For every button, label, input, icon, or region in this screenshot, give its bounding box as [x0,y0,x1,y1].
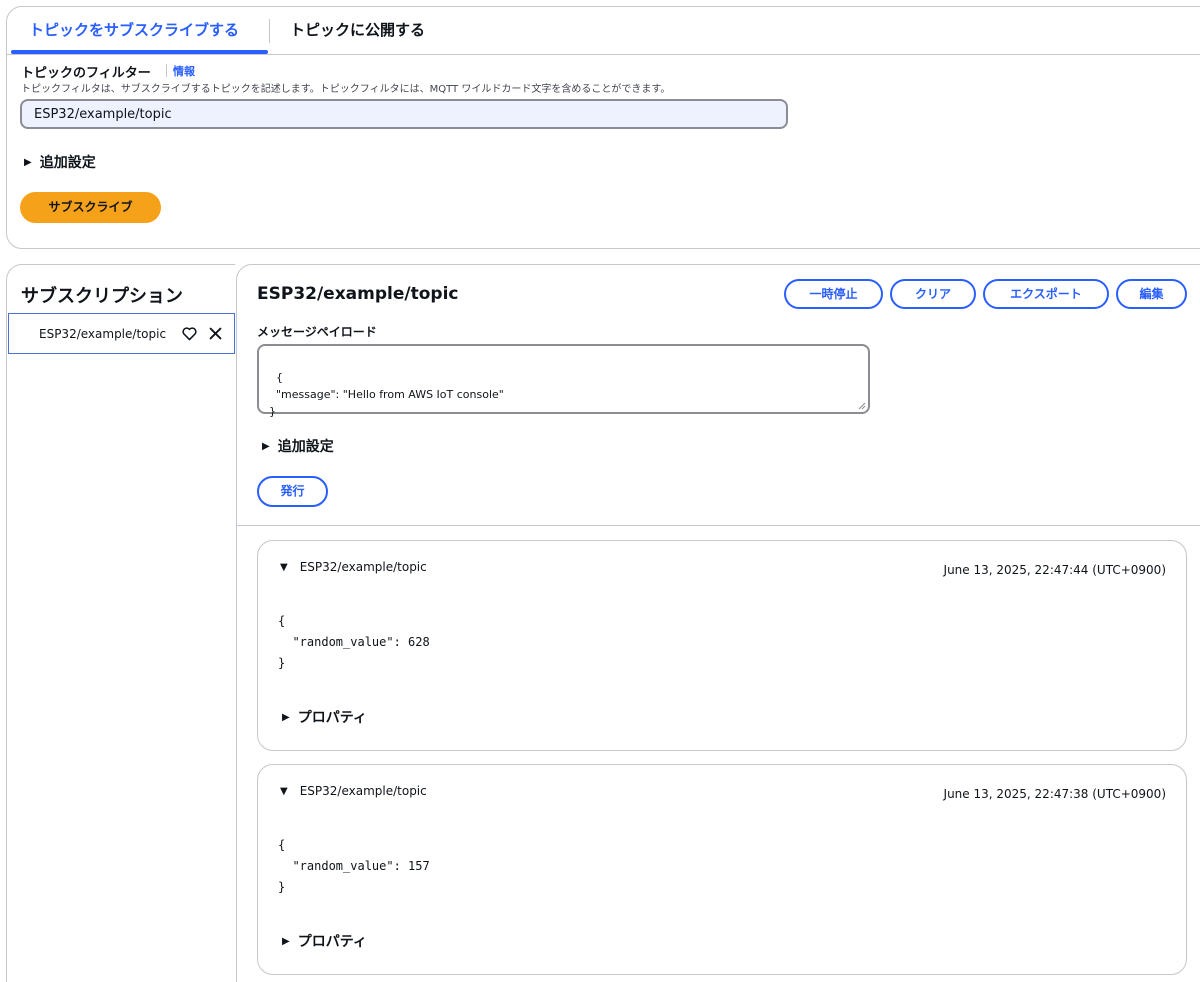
subscribe-button[interactable]: サブスクライブ [20,192,161,223]
subscription-item[interactable]: ESP32/example/topic [8,313,235,354]
message-properties-label: プロパティ [297,934,367,950]
message-card: ▼ ESP32/example/topic June 13, 2025, 22:… [257,764,1187,975]
message-timestamp: June 13, 2025, 22:47:38 (UTC+0900) [943,787,1166,801]
message-header[interactable]: ▼ ESP32/example/topic [280,560,427,574]
tab-divider [269,19,270,43]
caret-down-icon: ▼ [280,785,288,797]
message-payload-textarea[interactable]: { "message": "Hello from AWS IoT console… [257,344,870,418]
tab-subscribe[interactable]: トピックをサブスクライブする [29,7,239,55]
publish-button[interactable]: 発行 [257,476,328,507]
message-topic: ESP32/example/topic [299,560,427,574]
tab-publish[interactable]: トピックに公開する [290,7,425,55]
subscription-item-label: ESP32/example/topic [39,327,167,341]
message-payload-text: { "message": "Hello from AWS IoT console… [269,371,504,418]
info-divider [166,64,167,77]
subscriptions-panel [6,264,235,982]
caret-right-icon: ▶ [282,711,290,723]
export-button[interactable]: エクスポート [983,279,1109,309]
close-icon[interactable] [207,325,224,342]
info-link[interactable]: 情報 [173,63,195,79]
message-header[interactable]: ▼ ESP32/example/topic [280,784,427,798]
section-divider [237,525,1200,526]
edit-button[interactable]: 編集 [1116,279,1187,309]
subscriptions-title: サブスクリプション [21,286,183,307]
active-tab-indicator [11,50,268,54]
additional-settings-label: 追加設定 [39,155,96,171]
message-body: { "random_value": 628 } [278,614,430,670]
caret-right-icon: ▶ [24,156,32,168]
caret-right-icon: ▶ [282,935,290,947]
topic-filter-description: トピックフィルタは、サブスクライブするトピックを記述します。トピックフィルタには… [21,84,671,95]
topic-detail-title: ESP32/example/topic [257,284,459,304]
topic-filter-input[interactable] [20,99,788,129]
topic-filter-label: トピックのフィルター [21,66,151,81]
additional-settings-expander[interactable]: ▶ 追加設定 [24,152,96,172]
message-timestamp: June 13, 2025, 22:47:44 (UTC+0900) [943,563,1166,577]
message-properties-expander[interactable]: ▶ プロパティ [282,931,367,951]
message-card: ▼ ESP32/example/topic June 13, 2025, 22:… [257,540,1187,751]
message-properties-expander[interactable]: ▶ プロパティ [282,707,367,727]
pause-button[interactable]: 一時停止 [784,279,883,309]
tab-bar: トピックをサブスクライブする トピックに公開する [7,7,1200,55]
clear-button[interactable]: クリア [890,279,976,309]
caret-right-icon: ▶ [262,440,270,452]
message-topic: ESP32/example/topic [299,784,427,798]
publish-additional-settings-label: 追加設定 [277,439,334,455]
caret-down-icon: ▼ [280,561,288,573]
heart-icon[interactable] [181,325,198,342]
resize-grip-icon[interactable] [858,402,866,410]
publish-additional-settings-expander[interactable]: ▶ 追加設定 [262,436,334,456]
message-properties-label: プロパティ [297,710,367,726]
message-body: { "random_value": 157 } [278,838,430,894]
message-payload-label: メッセージペイロード [257,325,377,339]
